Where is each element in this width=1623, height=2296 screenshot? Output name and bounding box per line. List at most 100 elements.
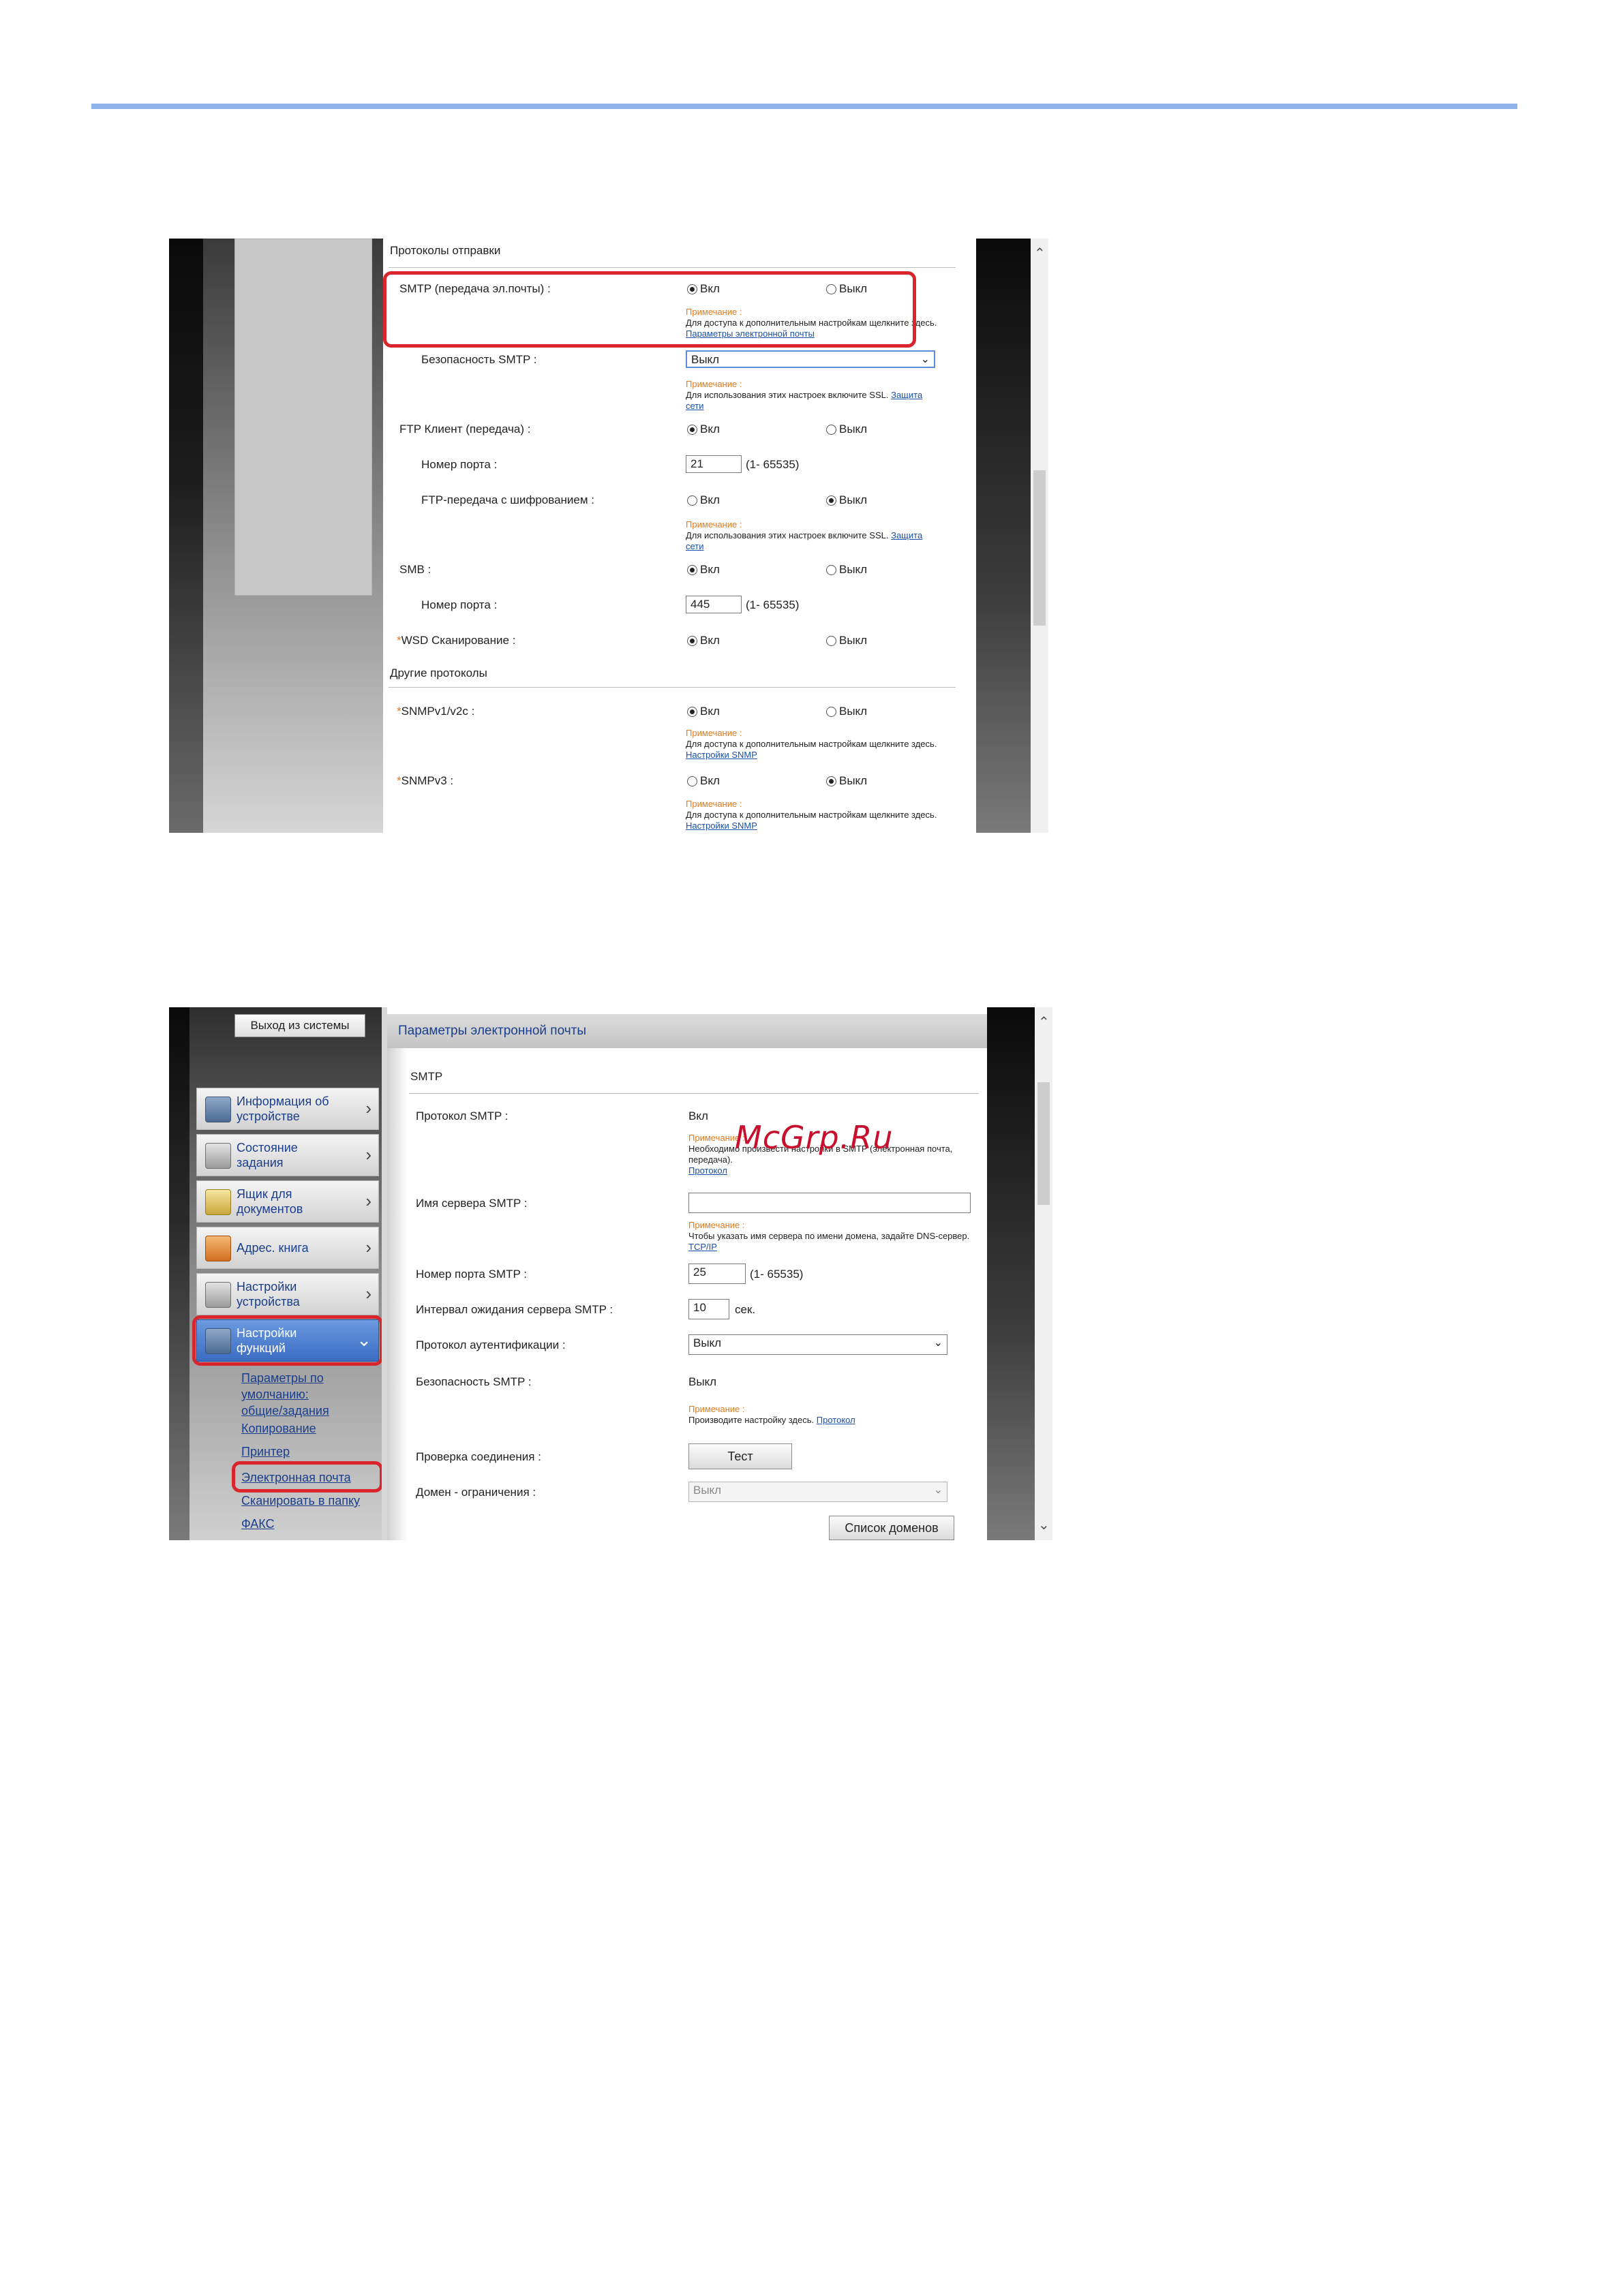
smtp-protocol-label: Протокол SMTP : — [416, 1109, 509, 1122]
scrollbar[interactable]: ⌃ ⌄ — [1035, 1007, 1052, 1540]
smtp-security-value: Выкл — [688, 1375, 717, 1388]
address-book-icon — [205, 1236, 231, 1261]
chevron-right-icon: › — [365, 1237, 371, 1257]
chevron-up-icon[interactable]: ⌃ — [1034, 247, 1046, 260]
chevron-up-icon[interactable]: ⌃ — [1038, 1015, 1050, 1029]
chevron-down-icon[interactable]: ⌄ — [1038, 1518, 1050, 1532]
ftp-port-input[interactable]: 21 — [686, 455, 742, 473]
navigation-sidebar: Выход из системы Информация об устройстве… — [189, 1007, 383, 1540]
smtp-timeout-unit: сек. — [735, 1303, 756, 1316]
snmpv3-off-radio[interactable]: Выкл — [826, 774, 867, 788]
network-security-link-cont[interactable]: сети — [686, 541, 704, 551]
smtp-protocol-value: Вкл — [688, 1109, 708, 1122]
dark-margin-right — [976, 239, 1031, 833]
network-security-link-cont[interactable]: сети — [686, 401, 704, 411]
content-shadow — [387, 1048, 408, 1540]
radio-selected-icon — [687, 424, 697, 435]
network-security-link[interactable]: Защита — [891, 390, 922, 400]
nav-document-box[interactable]: Ящик для документов › — [196, 1180, 379, 1223]
ftp-enc-off-radio[interactable]: Выкл — [826, 493, 867, 507]
chevron-down-icon: ⌄ — [920, 354, 930, 365]
nav-device-settings[interactable]: Настройки устройства › — [196, 1273, 379, 1315]
ftp-encryption-label: FTP-передача с шифрованием : — [421, 493, 595, 506]
section-title-send: Протоколы отправки — [390, 244, 501, 257]
watermark: McGrp.Ru — [735, 1119, 894, 1156]
nav-address-book[interactable]: Адрес. книга › — [196, 1227, 379, 1269]
scrollbar-thumb[interactable] — [1037, 1082, 1050, 1205]
email-settings-content: Параметры электронной почты SMTP Протоко… — [387, 1007, 987, 1540]
smb-port-input[interactable]: 445 — [686, 596, 742, 613]
radio-empty-icon — [687, 495, 697, 506]
snmpv3-note: Примечание : Для доступа к дополнительны… — [686, 799, 937, 831]
dark-margin-left — [169, 1007, 189, 1540]
snmpv1-note: Примечание : Для доступа к дополнительны… — [686, 728, 937, 760]
snmpv1-off-radio[interactable]: Выкл — [826, 705, 867, 718]
chevron-down-icon: ⌄ — [933, 1484, 943, 1496]
smtp-timeout-input[interactable]: 10 — [688, 1299, 729, 1319]
snmpv1-label: *SNMPv1/v2c : — [397, 705, 475, 718]
radio-empty-icon — [826, 635, 836, 646]
ftp-client-label: FTP Клиент (передача) : — [399, 423, 531, 435]
ftp-off-radio[interactable]: Выкл — [826, 423, 867, 436]
sublink-default-settings[interactable]: Параметры по умолчанию: общие/задания — [241, 1370, 329, 1419]
snmpv1-on-radio[interactable]: Вкл — [687, 705, 720, 718]
auth-protocol-select[interactable]: Выкл ⌄ — [688, 1334, 947, 1355]
smtp-security-label: Безопасность SMTP : — [416, 1375, 532, 1388]
nav-label: Ящик для документов — [237, 1187, 303, 1216]
section-title-smtp: SMTP — [410, 1070, 443, 1083]
sublink-scan-to-folder[interactable]: Сканировать в папку — [241, 1493, 360, 1509]
radio-empty-icon — [826, 564, 836, 575]
document-box-icon — [205, 1189, 231, 1215]
domain-restriction-select[interactable]: Выкл ⌄ — [688, 1482, 947, 1502]
smb-port-label: Номер порта : — [421, 598, 498, 611]
device-info-icon — [205, 1097, 231, 1122]
wsd-on-radio[interactable]: Вкл — [687, 634, 720, 647]
nav-device-info[interactable]: Информация об устройстве › — [196, 1088, 379, 1130]
smtp-timeout-label: Интервал ожидания сервера SMTP : — [416, 1303, 613, 1316]
smtp-port-input[interactable]: 25 — [688, 1264, 746, 1284]
tcpip-link[interactable]: TCP/IP — [688, 1242, 717, 1252]
protocol-link[interactable]: Протокол — [817, 1415, 855, 1425]
radio-selected-icon — [687, 564, 697, 575]
ftp-on-radio[interactable]: Вкл — [687, 423, 720, 436]
scrollbar-thumb[interactable] — [1033, 470, 1046, 626]
function-settings-highlight — [192, 1315, 383, 1366]
sublink-copy[interactable]: Копирование — [241, 1420, 316, 1437]
snmp-settings-link[interactable]: Настройки SNMP — [686, 821, 757, 831]
radio-empty-icon — [687, 776, 697, 786]
domain-restriction-label: Домен - ограничения : — [416, 1486, 536, 1499]
sidebar-gutter — [382, 1007, 387, 1540]
wsd-off-radio[interactable]: Выкл — [826, 634, 867, 647]
section-divider — [409, 1093, 979, 1094]
screenshot-protocols: Протоколы отправки SMTP (передача эл.поч… — [169, 239, 1048, 833]
ftp-enc-on-radio[interactable]: Вкл — [687, 493, 720, 507]
network-security-link[interactable]: Защита — [891, 530, 922, 540]
sidebar-background — [203, 239, 383, 833]
dark-margin-left — [169, 239, 203, 833]
connection-check-label: Проверка соединения : — [416, 1450, 541, 1463]
protocol-link[interactable]: Протокол — [688, 1165, 727, 1176]
sublink-printer[interactable]: Принтер — [241, 1443, 290, 1460]
smb-on-radio[interactable]: Вкл — [687, 563, 720, 577]
ftp-port-range: (1- 65535) — [746, 458, 800, 471]
snmpv3-on-radio[interactable]: Вкл — [687, 774, 720, 788]
smtp-security-select[interactable]: Выкл ⌄ — [686, 350, 935, 368]
logout-button[interactable]: Выход из системы — [234, 1014, 365, 1037]
ftp-encryption-note: Примечание : Для использования этих наст… — [686, 519, 923, 551]
snmp-settings-link[interactable]: Настройки SNMP — [686, 750, 757, 760]
dark-margin-right — [987, 1007, 1035, 1540]
scrollbar[interactable]: ⌃ — [1031, 239, 1048, 833]
ftp-port-label: Номер порта : — [421, 458, 498, 471]
domain-list-button[interactable]: Список доменов — [829, 1516, 954, 1540]
sidebar-panel — [234, 239, 372, 596]
chevron-right-icon: › — [365, 1144, 371, 1165]
smb-off-radio[interactable]: Выкл — [826, 563, 867, 577]
email-link-highlight — [232, 1461, 383, 1493]
smb-label: SMB : — [399, 563, 431, 576]
nav-job-status[interactable]: Состояние задания › — [196, 1134, 379, 1176]
nav-label: Состояние задания — [237, 1141, 298, 1169]
smtp-server-input[interactable] — [688, 1193, 971, 1213]
test-button[interactable]: Тест — [688, 1443, 792, 1469]
sublink-fax[interactable]: ФАКС — [241, 1516, 275, 1532]
smtp-port-label: Номер порта SMTP : — [416, 1268, 527, 1281]
